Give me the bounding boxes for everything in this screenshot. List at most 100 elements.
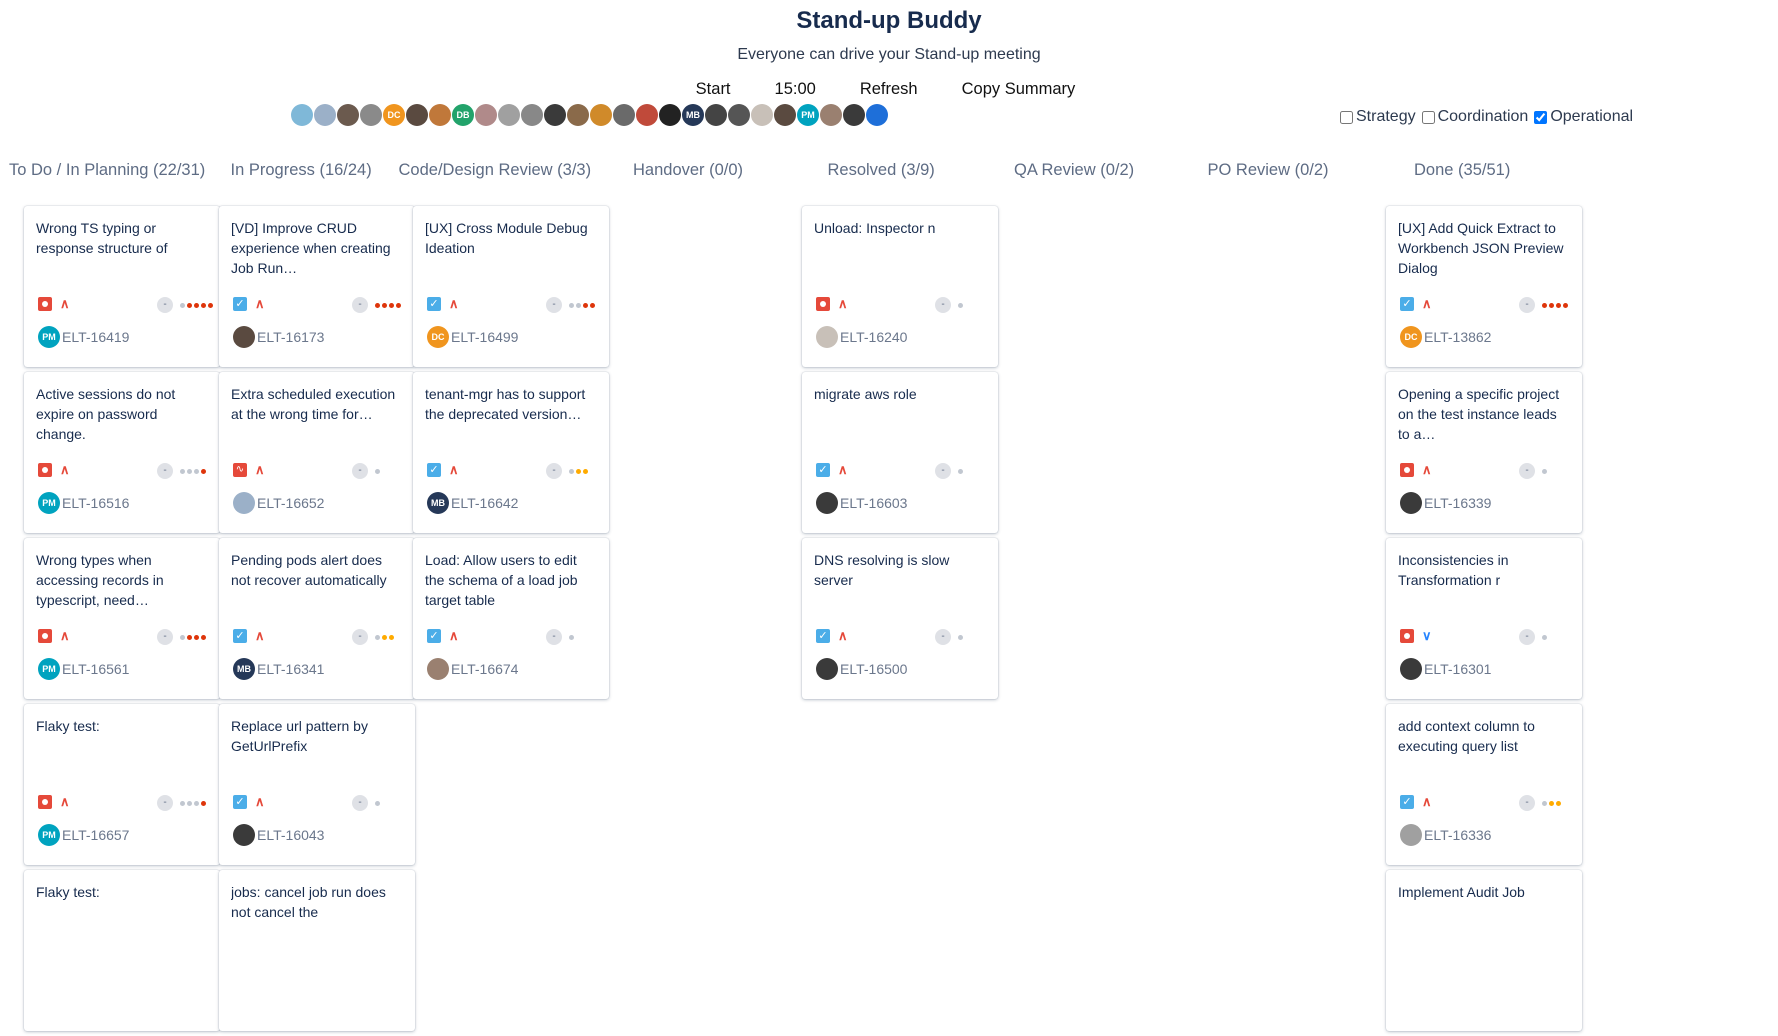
issue-key[interactable]: ELT-16341 [257, 661, 324, 677]
issue-card[interactable]: Implement Audit Job [1386, 870, 1582, 1031]
strategy-checkbox[interactable] [1340, 110, 1353, 124]
issue-card[interactable]: [UX] Add Quick Extract to Workbench JSON… [1386, 206, 1582, 367]
issue-card[interactable]: Opening a specific project on the test i… [1386, 372, 1582, 533]
participant-avatar[interactable] [705, 104, 727, 126]
status-dot [583, 303, 588, 308]
issue-key-row: ELT-16240 [816, 326, 907, 348]
estimate-badge: - [157, 795, 173, 811]
refresh-button[interactable]: Refresh [860, 78, 918, 100]
participant-avatar[interactable] [521, 104, 543, 126]
issue-key[interactable]: ELT-16516 [62, 495, 129, 511]
coordination-checkbox[interactable] [1421, 110, 1435, 124]
issue-key[interactable]: ELT-16499 [451, 329, 518, 345]
participant-avatar[interactable] [659, 104, 681, 126]
issue-key-row: ELT-16674 [427, 658, 518, 680]
issue-card[interactable]: Wrong TS typing or response structure of… [24, 206, 220, 367]
participant-avatar[interactable]: DC [383, 104, 405, 126]
participant-avatar[interactable]: DB [452, 104, 474, 126]
issue-key[interactable]: ELT-16336 [1424, 827, 1491, 843]
participant-avatar[interactable] [751, 104, 773, 126]
priority-high-icon: ∧ [255, 794, 265, 809]
status-dot [194, 303, 199, 308]
issue-card[interactable]: jobs: cancel job run does not cancel the [219, 870, 415, 1031]
participant-avatar[interactable] [636, 104, 658, 126]
participant-avatar[interactable] [774, 104, 796, 126]
issue-card[interactable]: Pending pods alert does not recover auto… [219, 538, 415, 699]
participant-avatar[interactable]: PM [797, 104, 819, 126]
operational-label: Operational [1550, 108, 1634, 125]
issue-card[interactable]: Inconsistencies in Transformation r ∨ - ELT… [1386, 538, 1582, 699]
participant-avatar[interactable] [866, 104, 888, 126]
assignee-avatar [816, 326, 838, 348]
issue-card[interactable]: Replace url pattern by GetUrlPrefix ✓ ∧ - EL… [219, 704, 415, 865]
issue-card[interactable]: Load: Allow users to edit the schema of … [413, 538, 609, 699]
copy-summary-button[interactable]: Copy Summary [962, 78, 1076, 100]
participant-avatar[interactable] [314, 104, 336, 126]
issue-card[interactable]: Extra scheduled execution at the wrong t… [219, 372, 415, 533]
issue-title: Implement Audit Job [1398, 884, 1525, 900]
issue-card[interactable]: Unload: Inspector n ∧ - ELT-16240 [802, 206, 998, 367]
status-dot [180, 635, 185, 640]
estimate-badge: - [352, 795, 368, 811]
participant-avatar[interactable] [475, 104, 497, 126]
issue-key[interactable]: ELT-16657 [62, 827, 129, 843]
issue-card[interactable]: Active sessions do not expire on passwor… [24, 372, 220, 533]
issue-key[interactable]: ELT-16339 [1424, 495, 1491, 511]
participant-avatar[interactable] [291, 104, 313, 126]
issue-card[interactable]: migrate aws role ✓ ∧ - ELT-16603 [802, 372, 998, 533]
status-dot [389, 303, 394, 308]
issue-key[interactable]: ELT-16674 [451, 661, 518, 677]
issue-key[interactable]: ELT-16419 [62, 329, 129, 345]
issue-card[interactable]: [VD] Improve CRUD experience when creati… [219, 206, 415, 367]
issue-key[interactable]: ELT-16561 [62, 661, 129, 677]
participant-avatar[interactable] [406, 104, 428, 126]
issue-key[interactable]: ELT-16603 [840, 495, 907, 511]
assignee-avatar: MB [233, 658, 255, 680]
participant-avatar[interactable] [567, 104, 589, 126]
priority-high-icon: ∧ [449, 296, 459, 311]
estimate-badge: - [157, 463, 173, 479]
participant-avatar[interactable] [498, 104, 520, 126]
priority-high-icon: ∧ [1422, 296, 1432, 311]
issue-card[interactable]: Flaky test: [24, 870, 220, 1031]
issue-key-row: PM ELT-16561 [38, 658, 129, 680]
participant-avatar[interactable] [820, 104, 842, 126]
issue-key[interactable]: ELT-16642 [451, 495, 518, 511]
participant-avatar[interactable] [843, 104, 865, 126]
participant-avatar[interactable]: MB [682, 104, 704, 126]
participant-avatar[interactable] [728, 104, 750, 126]
issue-key[interactable]: ELT-16500 [840, 661, 907, 677]
operational-checkbox[interactable] [1534, 110, 1548, 124]
participant-avatar[interactable] [429, 104, 451, 126]
issue-meta: ✓ ∧ [233, 795, 265, 809]
participant-avatar[interactable] [337, 104, 359, 126]
issue-card[interactable]: Wrong types when accessing records in ty… [24, 538, 220, 699]
column-header: Code/Design Review (3/3) [398, 161, 592, 179]
filter-coordination[interactable]: Coordination [1421, 108, 1529, 126]
status-dot [958, 303, 963, 308]
participant-avatar[interactable] [590, 104, 612, 126]
issue-key[interactable]: ELT-16173 [257, 329, 324, 345]
issue-card[interactable]: tenant-mgr has to support the deprecated… [413, 372, 609, 533]
start-button[interactable]: Start [696, 78, 731, 100]
issue-card[interactable]: add context column to executing query li… [1386, 704, 1582, 865]
issue-card[interactable]: Flaky test: ∧ - PM ELT-16657 [24, 704, 220, 865]
participant-avatar[interactable] [360, 104, 382, 126]
participant-avatar[interactable] [544, 104, 566, 126]
issue-card[interactable]: DNS resolving is slow server ✓ ∧ - ELT-16500 [802, 538, 998, 699]
status-dots [180, 801, 206, 806]
priority-high-icon: ∧ [255, 296, 265, 311]
issue-key[interactable]: ELT-16301 [1424, 661, 1491, 677]
assignee-avatar [233, 326, 255, 348]
filter-operational[interactable]: Operational [1534, 108, 1633, 126]
participant-avatar[interactable] [613, 104, 635, 126]
coordination-label: Coordination [1437, 108, 1529, 125]
issue-key[interactable]: ELT-16240 [840, 329, 907, 345]
issue-key[interactable]: ELT-16043 [257, 827, 324, 843]
status-dot [1542, 469, 1547, 474]
issue-title: Flaky test: [36, 884, 100, 900]
issue-key[interactable]: ELT-16652 [257, 495, 324, 511]
filter-strategy[interactable]: Strategy [1340, 108, 1416, 126]
issue-key[interactable]: ELT-13862 [1424, 329, 1491, 345]
issue-card[interactable]: [UX] Cross Module Debug Ideation ✓ ∧ - DC ELT… [413, 206, 609, 367]
